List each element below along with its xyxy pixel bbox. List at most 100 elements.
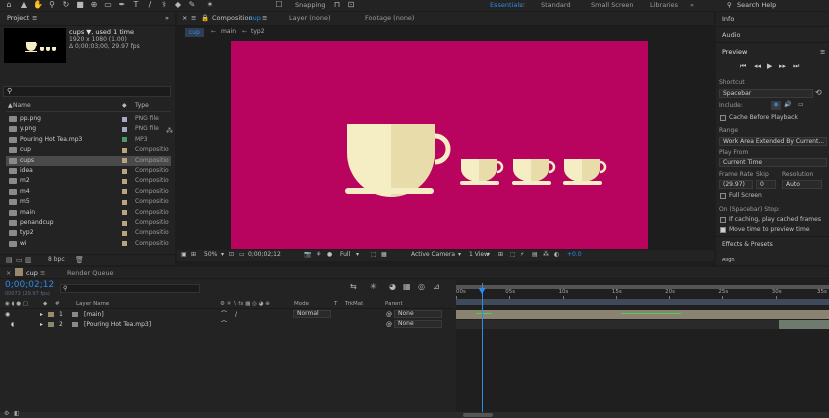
shy-switch-icon[interactable]: ⌒ [221, 320, 227, 329]
resolution-dropdown[interactable]: Full [340, 250, 350, 260]
label-color-swatch[interactable] [122, 137, 127, 143]
brush-tool-icon[interactable]: / [143, 0, 157, 10]
puppet-tool-icon[interactable]: ✶ [203, 0, 217, 10]
label-color-swatch[interactable] [122, 220, 127, 226]
clone-stamp-tool-icon[interactable]: ⚕ [157, 0, 171, 10]
playhead[interactable] [478, 283, 486, 418]
label-color-swatch[interactable] [122, 178, 127, 184]
next-frame-icon[interactable]: ▸▸ [779, 62, 786, 70]
project-item[interactable]: m2 Compositio [6, 176, 171, 187]
cache-before-playback-checkbox[interactable] [720, 115, 726, 121]
skip-dropdown[interactable]: 0 [756, 180, 776, 189]
workspace-standard[interactable]: Standard [541, 0, 571, 10]
snap-edges-icon[interactable]: ⊡ [344, 0, 358, 10]
workspace-small-screen[interactable]: Small Screen [591, 0, 633, 10]
rotate-tool-icon[interactable]: ↻ [59, 0, 73, 10]
previous-frame-icon[interactable]: ◂◂ [754, 62, 761, 70]
panel-menu-icon[interactable]: ≡ [191, 12, 196, 25]
project-item[interactable]: penandcup Compositio [6, 218, 171, 229]
toggle-modes-icon[interactable]: ◧ [14, 410, 20, 417]
switches-columns-icon[interactable]: ⚙ ✳ ∖ fx ▦ ◎ ◕ ⊕ [220, 300, 270, 309]
layer-bar-main[interactable] [456, 310, 829, 319]
first-frame-icon[interactable]: ⏮ [740, 62, 746, 71]
resolution-dropdown[interactable]: Auto [782, 180, 822, 189]
layer-row[interactable]: ◖ ▸ 2 [Pouring Hot Tea.mp3] ⌒ @ None [0, 320, 454, 329]
project-item[interactable]: m4 Compositio [6, 187, 171, 198]
range-dropdown[interactable]: Work Area Extended By Current... [719, 137, 827, 146]
include-video-icon[interactable]: ◉ [771, 101, 781, 110]
flowchart-icon[interactable]: ⁂ [543, 250, 549, 260]
parent-column[interactable]: Parent [385, 300, 403, 309]
project-item[interactable]: wi Compositio [6, 239, 171, 250]
label-color-swatch[interactable] [122, 241, 127, 247]
frame-blending-icon[interactable]: ▦ [403, 282, 411, 291]
column-type[interactable]: Type [135, 102, 149, 109]
shy-switch-icon[interactable]: ⌒ [221, 310, 227, 319]
eye-icon[interactable]: ◉ [5, 310, 10, 319]
time-ruler[interactable]: 00s 05s 10s 15s 20s 25s 30s 35s [456, 289, 829, 299]
grid-icon[interactable]: ⊡ [229, 250, 234, 260]
t-column[interactable]: T [334, 300, 337, 309]
av-features-icon[interactable]: ◉ ◖ ● ▢ [5, 300, 28, 309]
hand-tool-icon[interactable]: ✋ [31, 0, 45, 10]
workspace-libraries[interactable]: Libraries [650, 0, 678, 10]
workspace-essentials[interactable]: Essentials [490, 0, 523, 10]
lock-icon[interactable]: 🔒 [201, 12, 209, 25]
panel-menu-icon[interactable]: ≡ [40, 269, 45, 277]
include-audio-icon[interactable]: 🔊 [784, 101, 791, 108]
layer-row[interactable]: ◉ ▸ 1 [main] ⌒ / Normal @ None [0, 310, 454, 319]
label-color-swatch[interactable] [122, 147, 127, 153]
shy-icon[interactable]: ◕ [389, 282, 396, 291]
project-search-input[interactable]: ⚲ [3, 86, 171, 97]
label-color-swatch[interactable] [122, 158, 127, 164]
label-color-icon[interactable] [48, 312, 54, 317]
layer-bar-audio[interactable] [779, 320, 829, 329]
audio-panel-tab[interactable]: Audio [716, 28, 829, 43]
bpc-button[interactable]: 8 bpc [48, 256, 65, 263]
parent-dropdown[interactable]: None [394, 320, 442, 328]
move-time-checkbox[interactable] [720, 227, 726, 233]
pan-behind-tool-icon[interactable]: ⊕ [87, 0, 101, 10]
camera-tool-icon[interactable]: ■ [73, 0, 87, 10]
selection-tool-icon[interactable]: ▲ [17, 0, 31, 10]
project-tab[interactable]: Project [7, 14, 29, 22]
parent-dropdown[interactable]: None [394, 310, 442, 318]
project-item[interactable]: main Compositio [6, 208, 171, 219]
panel-close-icon[interactable]: × [182, 12, 187, 25]
exposure-value[interactable]: +0.0 [567, 250, 582, 260]
sort-arrow-icon[interactable]: ▲ [8, 102, 13, 109]
label-column-icon[interactable]: ◆ [43, 300, 47, 309]
label-color-swatch[interactable] [122, 126, 127, 132]
label-color-swatch[interactable] [122, 189, 127, 195]
timeline-search-input[interactable]: ⚲ [60, 284, 200, 293]
breadcrumb-main[interactable]: main [221, 28, 236, 35]
panel-menu-icon[interactable]: ≡ [820, 45, 825, 59]
project-item[interactable]: idea Compositio [6, 166, 171, 177]
effects-presets-tab[interactable]: Effects & Presets [722, 241, 773, 248]
last-frame-icon[interactable]: ⏭ [793, 62, 799, 71]
footage-tab[interactable]: Footage (none) [365, 12, 414, 25]
exposure-icon[interactable]: ◐ [554, 250, 559, 260]
safe-areas-icon[interactable]: ⊞ [191, 250, 196, 260]
project-item[interactable]: Pouring Hot Tea.mp3 MP3 [6, 135, 171, 146]
quality-switch-icon[interactable]: / [235, 310, 237, 319]
fast-preview-icon[interactable]: ⚡ [520, 250, 524, 260]
comp-tab-prefix[interactable]: Composition [212, 12, 253, 25]
snapshot-icon[interactable]: 📷 [304, 250, 311, 260]
delete-icon[interactable]: 🗑 [75, 256, 84, 264]
pen-tool-icon[interactable]: ✒ [115, 0, 129, 10]
column-name[interactable]: Name [13, 102, 31, 109]
new-folder-icon[interactable]: ▭ [16, 256, 23, 264]
number-column-icon[interactable]: # [55, 300, 60, 309]
expand-arrow-icon[interactable]: ▸ [40, 310, 43, 319]
reset-icon[interactable]: ⟲ [815, 88, 822, 97]
label-color-swatch[interactable] [122, 199, 127, 205]
composition-flowchart-icon[interactable]: ⇆ [350, 282, 357, 291]
eraser-tool-icon[interactable]: ◆ [171, 0, 185, 10]
label-color-swatch[interactable] [122, 116, 127, 122]
motion-blur-icon[interactable]: ◎ [418, 282, 425, 291]
panel-expand-icon[interactable]: » [165, 12, 169, 25]
toggle-pixel-icon[interactable]: ⊞ [498, 250, 503, 260]
label-column-icon[interactable]: ◆ [122, 102, 127, 109]
view-layout-dropdown[interactable]: 1 View [469, 250, 489, 260]
